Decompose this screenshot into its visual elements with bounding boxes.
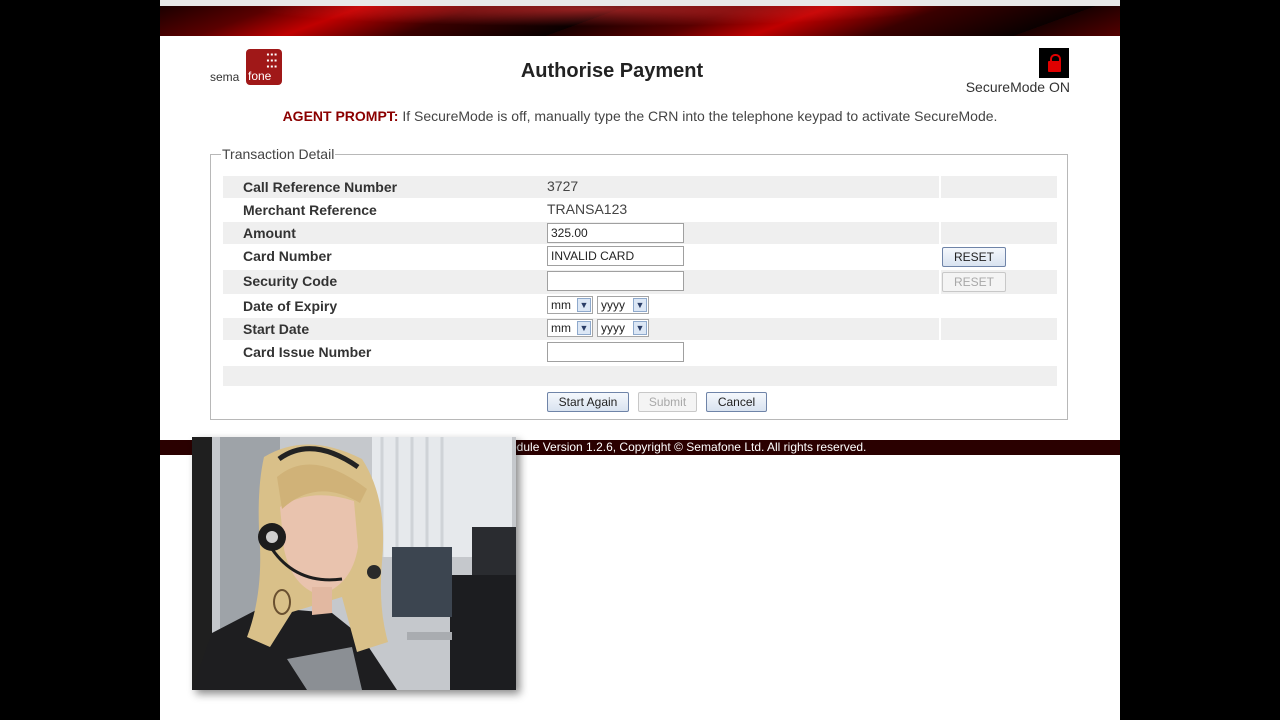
call-reference-label: Call Reference Number [243, 179, 398, 195]
page-title: Authorise Payment [520, 60, 704, 82]
column-divider [939, 222, 941, 244]
expiry-month-value: mm [551, 298, 571, 312]
row-merchant-reference: Merchant Reference TRANSA123 [223, 199, 1057, 221]
agent-photo [192, 437, 516, 690]
cancel-button[interactable]: Cancel [706, 392, 767, 412]
agent-prompt-tag: AGENT PROMPT: [282, 108, 399, 124]
date-of-expiry-label: Date of Expiry [243, 298, 338, 314]
start-month-value: mm [551, 321, 571, 335]
row-amount: Amount [223, 222, 1057, 244]
start-again-button[interactable]: Start Again [547, 392, 629, 412]
row-card-issue-number: Card Issue Number [223, 341, 1057, 365]
column-divider [939, 270, 941, 294]
row-call-reference: Call Reference Number 3727 [223, 176, 1057, 198]
call-reference-value: 3727 [547, 178, 579, 194]
merchant-reference-label: Merchant Reference [243, 202, 377, 218]
column-divider [939, 318, 941, 340]
card-number-input[interactable] [547, 246, 684, 266]
security-code-reset-button[interactable]: RESET [942, 272, 1006, 292]
agent-video-overlay [192, 437, 516, 690]
row-actions: Start Again Submit Cancel [223, 390, 1057, 416]
start-date-label: Start Date [243, 321, 310, 337]
footer-copyright: odule Version 1.2.6, Copyright © Semafon… [510, 440, 867, 454]
start-month-select[interactable]: mm ▼ [547, 319, 593, 337]
card-issue-number-label: Card Issue Number [243, 344, 372, 360]
row-spacer [223, 366, 1057, 386]
transaction-detail-legend: Transaction Detail [222, 146, 335, 162]
expiry-month-select[interactable]: mm ▼ [547, 296, 593, 314]
merchant-reference-value: TRANSA123 [547, 201, 628, 217]
agent-prompt-text: If SecureMode is off, manually type the … [398, 108, 998, 124]
card-issue-number-input[interactable] [547, 342, 684, 362]
submit-button[interactable]: Submit [638, 392, 697, 412]
amount-label: Amount [243, 225, 296, 241]
amount-input[interactable] [547, 223, 684, 243]
row-security-code: Security Code RESET [223, 270, 1057, 294]
payment-page: ▪▪▪ ▪▪▪ ▪▪▪ fone sema Authorise Payment Se… [160, 0, 1120, 720]
column-divider [939, 176, 941, 198]
row-date-of-expiry: Date of Expiry mm ▼ yyyy ▼ [223, 295, 1057, 317]
security-code-label: Security Code [243, 273, 338, 289]
card-number-label: Card Number [243, 248, 332, 264]
lock-body [1048, 61, 1061, 72]
expiry-year-value: yyyy [601, 298, 625, 312]
securemode-status: SecureMode ON [965, 79, 1070, 95]
chevron-down-icon: ▼ [633, 298, 647, 312]
transaction-detail: Transaction Detail Call Reference Number… [210, 146, 1068, 420]
chevron-down-icon: ▼ [577, 321, 591, 335]
start-year-value: yyyy [601, 321, 625, 335]
lock-icon [1039, 48, 1069, 78]
security-code-input[interactable] [547, 271, 684, 291]
top-banner [160, 0, 1120, 36]
expiry-year-select[interactable]: yyyy ▼ [597, 296, 649, 314]
card-number-reset-button[interactable]: RESET [942, 247, 1006, 267]
chevron-down-icon: ▼ [577, 298, 591, 312]
row-card-number: Card Number RESET [223, 245, 1057, 269]
start-year-select[interactable]: yyyy ▼ [597, 319, 649, 337]
row-start-date: Start Date mm ▼ yyyy ▼ [223, 318, 1057, 340]
transaction-rows: Call Reference Number 3727 Merchant Refe… [223, 176, 1057, 417]
chevron-down-icon: ▼ [633, 321, 647, 335]
agent-prompt: AGENT PROMPT: If SecureMode is off, manu… [160, 108, 1120, 124]
